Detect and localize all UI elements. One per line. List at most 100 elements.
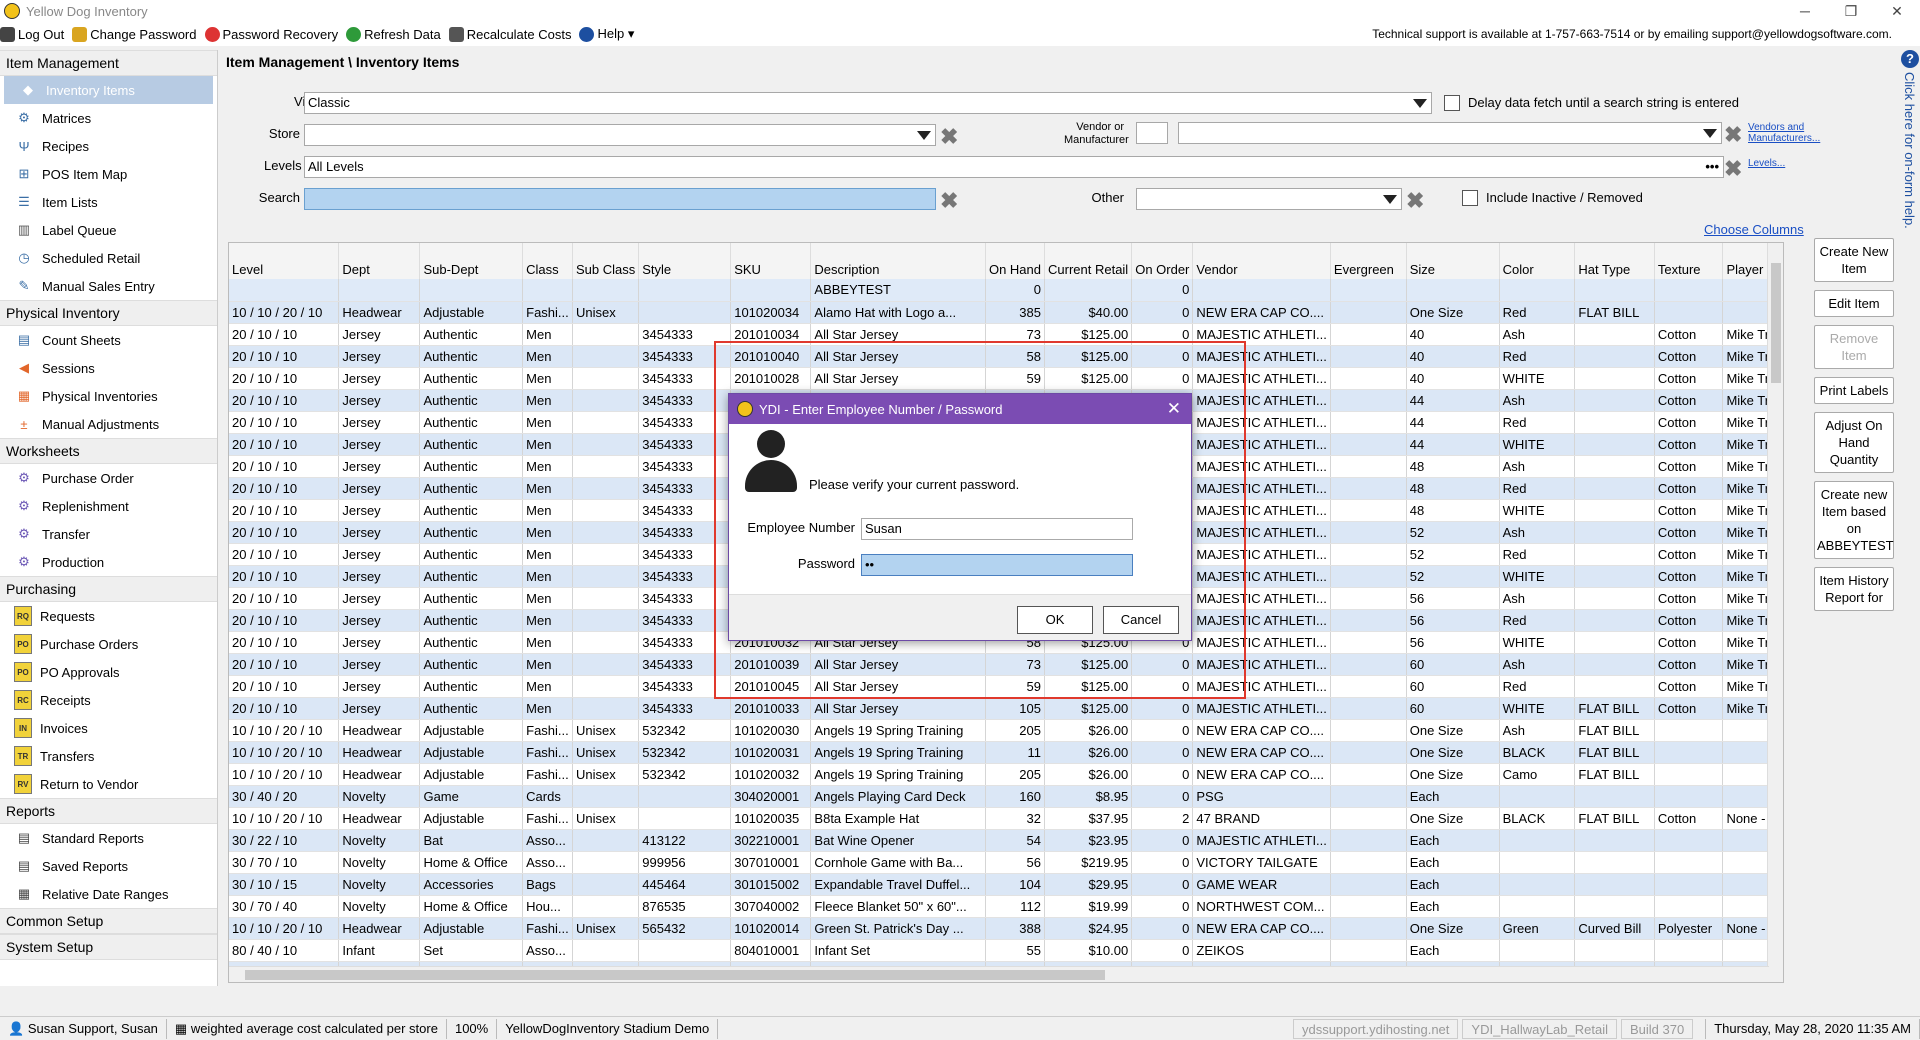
- store-select[interactable]: [304, 124, 936, 146]
- table-row-new[interactable]: ABBEYTEST 0 0: [229, 279, 1783, 302]
- sidebar-item-transfers[interactable]: TR Transfers: [0, 742, 217, 770]
- sidebar-item-count-sheets[interactable]: ▤ Count Sheets: [0, 326, 217, 354]
- column-header[interactable]: Sub-Dept: [419, 243, 524, 279]
- clear-search-icon[interactable]: ✖: [940, 190, 958, 212]
- help-menu[interactable]: Help ▾: [579, 26, 634, 42]
- ellipsis-icon[interactable]: •••: [1705, 157, 1719, 177]
- table-row[interactable]: 10 / 10 / 20 / 10 Headwear Adjustable Fashi…: [229, 807, 1783, 830]
- column-header[interactable]: Level: [229, 243, 340, 279]
- levels-link[interactable]: Levels...: [1748, 158, 1785, 169]
- sidebar-item-manual-sales-entry[interactable]: ✎ Manual Sales Entry: [0, 272, 217, 300]
- sidebar-item-saved-reports[interactable]: ▤ Saved Reports: [0, 852, 217, 880]
- sidebar-item-item-lists[interactable]: ☰ Item Lists: [0, 188, 217, 216]
- change-password-button[interactable]: Change Password: [72, 26, 197, 42]
- horizontal-scroll-thumb[interactable]: [245, 970, 1105, 980]
- dialog-close-icon[interactable]: ✕: [1167, 399, 1181, 419]
- column-header[interactable]: Vendor: [1192, 243, 1331, 279]
- sidebar-item-replenishment[interactable]: ⚙ Replenishment: [0, 492, 217, 520]
- table-row[interactable]: 30 / 22 / 10 Novelty Bat Asso... 413122 30221…: [229, 829, 1783, 852]
- create-based-on-button[interactable]: Create new Item based on ABBEYTEST: [1814, 481, 1894, 559]
- column-header[interactable]: Class: [522, 243, 574, 279]
- column-header[interactable]: SKU: [730, 243, 812, 279]
- vendor-code-input[interactable]: [1136, 122, 1168, 144]
- table-row[interactable]: 30 / 40 / 20 Novelty Game Cards 304020001 Ang…: [229, 785, 1783, 808]
- sidebar-section-system-setup[interactable]: System Setup: [0, 934, 217, 960]
- print-labels-button[interactable]: Print Labels: [1814, 377, 1894, 404]
- table-row[interactable]: 30 / 10 / 15 Novelty Accessories Bags 445464…: [229, 873, 1783, 896]
- sidebar-item-scheduled-retail[interactable]: ◷ Scheduled Retail: [0, 244, 217, 272]
- sidebar-item-pos-item-map[interactable]: ⊞ POS Item Map: [0, 160, 217, 188]
- column-header[interactable]: Description: [810, 243, 986, 279]
- logout-button[interactable]: Log Out: [0, 26, 64, 42]
- sidebar-item-po-approvals[interactable]: PO PO Approvals: [0, 658, 217, 686]
- create-new-item-button[interactable]: Create New Item: [1814, 238, 1894, 282]
- vendors-link[interactable]: Vendors and Manufacturers...: [1748, 122, 1828, 144]
- delay-fetch-checkbox[interactable]: [1444, 95, 1460, 111]
- column-header[interactable]: Style: [638, 243, 732, 279]
- sidebar-item-matrices[interactable]: ⚙ Matrices: [0, 104, 217, 132]
- sidebar-item-requests[interactable]: RQ Requests: [0, 602, 217, 630]
- recalculate-costs-button[interactable]: Recalculate Costs: [448, 26, 571, 42]
- table-row[interactable]: 10 / 10 / 20 / 10 Headwear Adjustable Fashi…: [229, 763, 1783, 786]
- sidebar-item-receipts[interactable]: RC Receipts: [0, 686, 217, 714]
- sidebar-item-purchase-orders[interactable]: PO Purchase Orders: [0, 630, 217, 658]
- table-row[interactable]: 30 / 70 / 10 Novelty Home & Office Asso... 9…: [229, 851, 1783, 874]
- table-row[interactable]: 10 / 10 / 20 / 10 Headwear Adjustable Fashi…: [229, 301, 1783, 324]
- table-row[interactable]: 10 / 10 / 20 / 10 Headwear Adjustable Fashi…: [229, 741, 1783, 764]
- refresh-data-button[interactable]: Refresh Data: [346, 26, 441, 42]
- vertical-scrollbar[interactable]: [1767, 243, 1783, 982]
- column-header[interactable]: Sub Class: [572, 243, 640, 279]
- sidebar-section-worksheets[interactable]: Worksheets: [0, 438, 217, 464]
- column-header[interactable]: Color: [1499, 243, 1576, 279]
- ok-button[interactable]: OK: [1017, 606, 1093, 634]
- edit-item-button[interactable]: Edit Item: [1814, 290, 1894, 317]
- view-select[interactable]: Classic: [304, 92, 1432, 114]
- minimize-icon[interactable]: ─: [1782, 0, 1828, 22]
- column-header[interactable]: Texture: [1654, 243, 1724, 279]
- table-row[interactable]: 30 / 70 / 40 Novelty Home & Office Hou... 87…: [229, 895, 1783, 918]
- column-header[interactable]: On Hand: [985, 243, 1046, 279]
- sidebar-item-invoices[interactable]: IN Invoices: [0, 714, 217, 742]
- employee-number-input[interactable]: Susan: [861, 518, 1133, 540]
- item-history-report-button[interactable]: Item History Report for: [1814, 567, 1894, 611]
- help-icon[interactable]: ?: [1901, 50, 1919, 68]
- vertical-scroll-thumb[interactable]: [1771, 263, 1781, 383]
- sidebar-item-recipes[interactable]: Ψ Recipes: [0, 132, 217, 160]
- column-header[interactable]: Size: [1406, 243, 1500, 279]
- close-icon[interactable]: ✕: [1874, 0, 1920, 22]
- sidebar-section-reports[interactable]: Reports: [0, 798, 217, 824]
- help-strip[interactable]: ? Click here for on-form help.: [1900, 50, 1920, 986]
- sidebar-item-purchase-order-worksheet[interactable]: ⚙ Purchase Order: [0, 464, 217, 492]
- on-form-help-link[interactable]: Click here for on-form help.: [1902, 72, 1917, 229]
- search-input[interactable]: [304, 188, 936, 210]
- include-inactive-checkbox[interactable]: [1462, 190, 1478, 206]
- sidebar-item-sessions[interactable]: ◀ Sessions: [0, 354, 217, 382]
- sidebar-item-inventory-items[interactable]: ◆ Inventory Items: [4, 76, 213, 104]
- sidebar-item-return-to-vendor[interactable]: RV Return to Vendor: [0, 770, 217, 798]
- sidebar-item-manual-adjustments[interactable]: ± Manual Adjustments: [0, 410, 217, 438]
- password-input[interactable]: ••: [861, 554, 1133, 576]
- column-header[interactable]: Evergreen: [1330, 243, 1407, 279]
- cancel-button[interactable]: Cancel: [1103, 606, 1179, 634]
- table-row[interactable]: 10 / 10 / 20 / 10 Headwear Adjustable Fashi…: [229, 719, 1783, 742]
- sidebar-item-label-queue[interactable]: ▥ Label Queue: [0, 216, 217, 244]
- choose-columns-link[interactable]: Choose Columns: [1704, 222, 1804, 237]
- table-row[interactable]: 10 / 10 / 20 / 10 Headwear Adjustable Fashi…: [229, 917, 1783, 940]
- column-header[interactable]: Hat Type: [1574, 243, 1655, 279]
- password-recovery-button[interactable]: Password Recovery: [204, 26, 338, 42]
- sidebar-section-common-setup[interactable]: Common Setup: [0, 908, 217, 934]
- sidebar-item-relative-date-ranges[interactable]: ▦ Relative Date Ranges: [0, 880, 217, 908]
- clear-levels-icon[interactable]: ✖: [1724, 158, 1742, 180]
- clear-store-icon[interactable]: ✖: [940, 126, 958, 148]
- adjust-on-hand-button[interactable]: Adjust On Hand Quantity: [1814, 412, 1894, 473]
- table-row[interactable]: 80 / 40 / 10 Infant Set Asso... 804010001 Inf…: [229, 939, 1783, 962]
- horizontal-scrollbar[interactable]: [229, 966, 1769, 982]
- vendor-select[interactable]: [1178, 122, 1722, 144]
- levels-input[interactable]: All Levels •••: [304, 156, 1724, 178]
- clear-other-icon[interactable]: ✖: [1406, 190, 1424, 212]
- remove-item-button[interactable]: Remove Item: [1814, 325, 1894, 369]
- sidebar-item-production[interactable]: ⚙ Production: [0, 548, 217, 576]
- column-header[interactable]: Dept: [338, 243, 421, 279]
- table-row[interactable]: 20 / 10 / 10 Jersey Authentic Men 3454333 201…: [229, 697, 1783, 720]
- sidebar-section-item-management[interactable]: Item Management: [0, 50, 217, 76]
